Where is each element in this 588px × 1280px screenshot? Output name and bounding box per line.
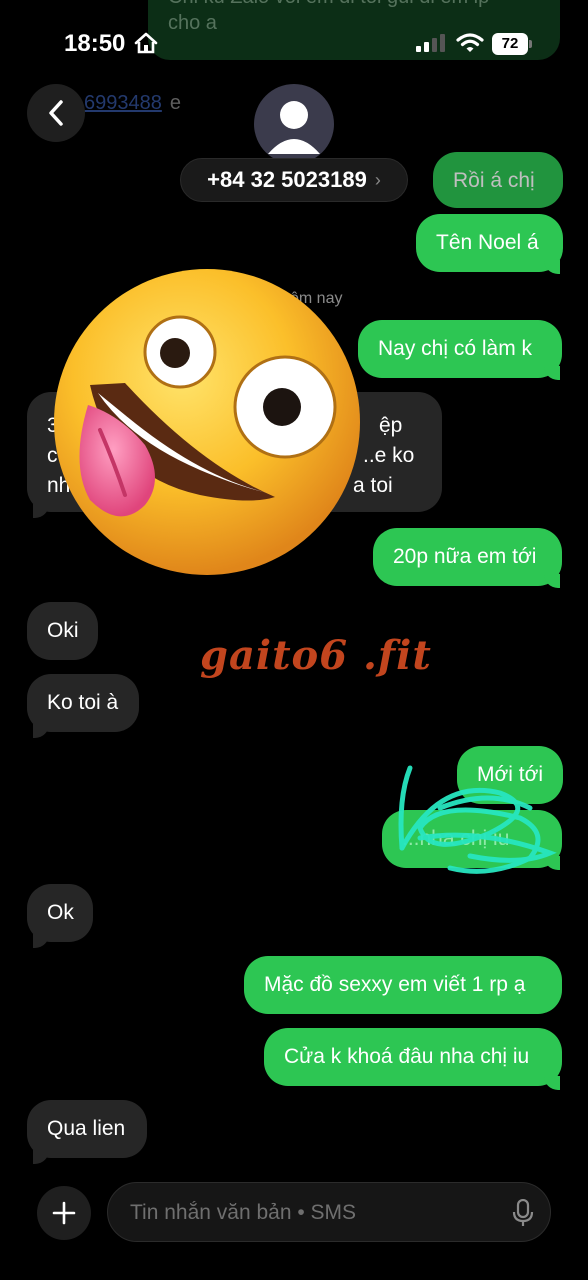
contact-avatar[interactable] (254, 84, 334, 164)
faded-bubble-text-2: cho a (168, 12, 217, 34)
contact-number: +84 32 5023189 (207, 167, 367, 192)
faded-link-suffix: e (169, 92, 181, 114)
battery-icon: 72 (492, 33, 534, 55)
message-text: Cửa k khoá đâu nha chị iu (284, 1045, 530, 1068)
status-time: 18:50 (64, 30, 126, 57)
avatar-icon (268, 101, 320, 154)
message-text: ..e ko (363, 444, 415, 467)
message-bubble-out[interactable]: Rồi á chị (433, 152, 563, 208)
faded-link: 6993488 e (84, 92, 181, 115)
message-text: 20p nữa em tới (393, 545, 537, 568)
faded-bubble-text: Chi ku Zalo voi em di toi gui di em ip (168, 0, 489, 9)
message-text: Ok (47, 901, 74, 924)
home-icon (134, 32, 158, 54)
bubble-tail (544, 1076, 560, 1090)
message-bubble-out[interactable]: Nay chị có làm k (358, 320, 562, 378)
message-bubble-out[interactable]: Cửa k khoá đâu nha chị iu (264, 1028, 562, 1086)
battery-level: 72 (492, 33, 528, 55)
attach-button[interactable] (37, 1186, 91, 1240)
message-text: Qua lien (47, 1117, 126, 1140)
signal-icon (416, 34, 445, 52)
scribble-redaction (398, 765, 557, 874)
chevron-right-icon: › (374, 169, 381, 190)
watermark: gaito6 .fit (200, 632, 432, 679)
back-arrow-icon (49, 100, 63, 126)
message-bubble-out[interactable]: 20p nữa em tới (373, 528, 562, 586)
back-button[interactable] (27, 84, 85, 142)
bubble-tail (544, 366, 560, 380)
message-text: Rồi á chị (453, 169, 535, 192)
zany-face-emoji (54, 269, 360, 575)
message-text: Nay chị có làm k (378, 337, 533, 360)
mic-icon[interactable] (512, 1199, 534, 1227)
bubble-tail (33, 504, 49, 518)
message-text: Tên Noel á (436, 231, 539, 254)
bubble-tail (544, 260, 560, 274)
message-bubble-out[interactable]: Mặc đồ sexxy em viết 1 rp ạ (244, 956, 562, 1014)
bubble-tail (544, 574, 560, 588)
plus-icon (52, 1201, 76, 1225)
wifi-icon (456, 33, 484, 52)
message-text: Oki (47, 619, 79, 642)
message-text: ệp (379, 414, 403, 437)
faded-link-number: 6993488 (84, 92, 162, 114)
message-input[interactable] (128, 1183, 502, 1243)
bubble-tail (33, 1150, 49, 1164)
message-input-box[interactable] (107, 1182, 551, 1243)
bubble-tail (33, 934, 49, 948)
message-text: Ko toi à (47, 691, 119, 714)
contact-name-pill[interactable]: +84 32 5023189 › (180, 158, 408, 202)
message-bubble-out[interactable]: Tên Noel á (416, 214, 563, 272)
message-text: Mặc đồ sexxy em viết 1 rp ạ (264, 973, 526, 996)
message-bubble-in[interactable]: Oki (27, 602, 98, 660)
bubble-tail (33, 724, 49, 738)
